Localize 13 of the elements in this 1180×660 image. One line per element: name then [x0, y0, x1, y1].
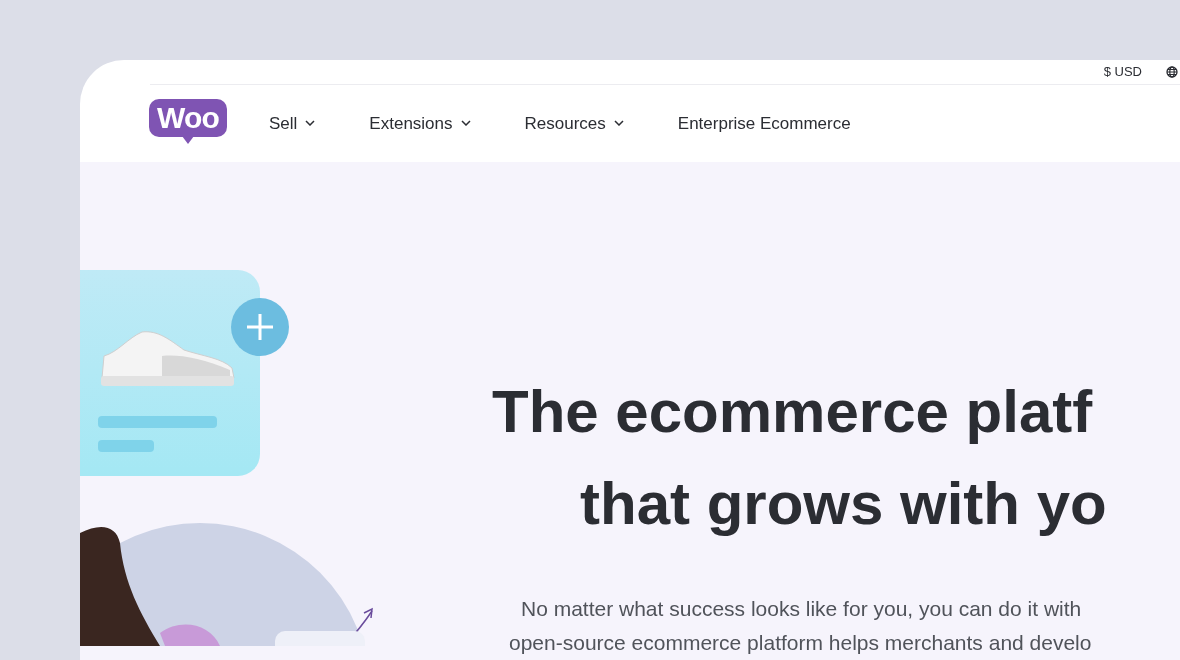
hero-description: No matter what success looks like for you, you can do it with open-source ecommerce platform helps merchants and develo	[508, 596, 1093, 656]
globe-icon[interactable]	[1166, 65, 1178, 78]
hero-headline: The ecommerce platf that grows with yo	[491, 377, 1108, 539]
nav-item[interactable]: Extensions	[369, 110, 471, 137]
chevron-down-icon	[305, 120, 316, 127]
chevron-down-icon	[460, 120, 471, 127]
nav-item[interactable]: Sell	[269, 110, 316, 137]
chevron-down-icon	[613, 120, 624, 127]
currency-selector[interactable]: $ USD	[1103, 62, 1142, 82]
nav-item[interactable]: Enterprise Ecommerce	[677, 110, 851, 137]
text-placeholder-bar	[98, 440, 154, 452]
nav-item[interactable]: Resources	[524, 110, 624, 137]
plus-icon	[231, 298, 289, 356]
